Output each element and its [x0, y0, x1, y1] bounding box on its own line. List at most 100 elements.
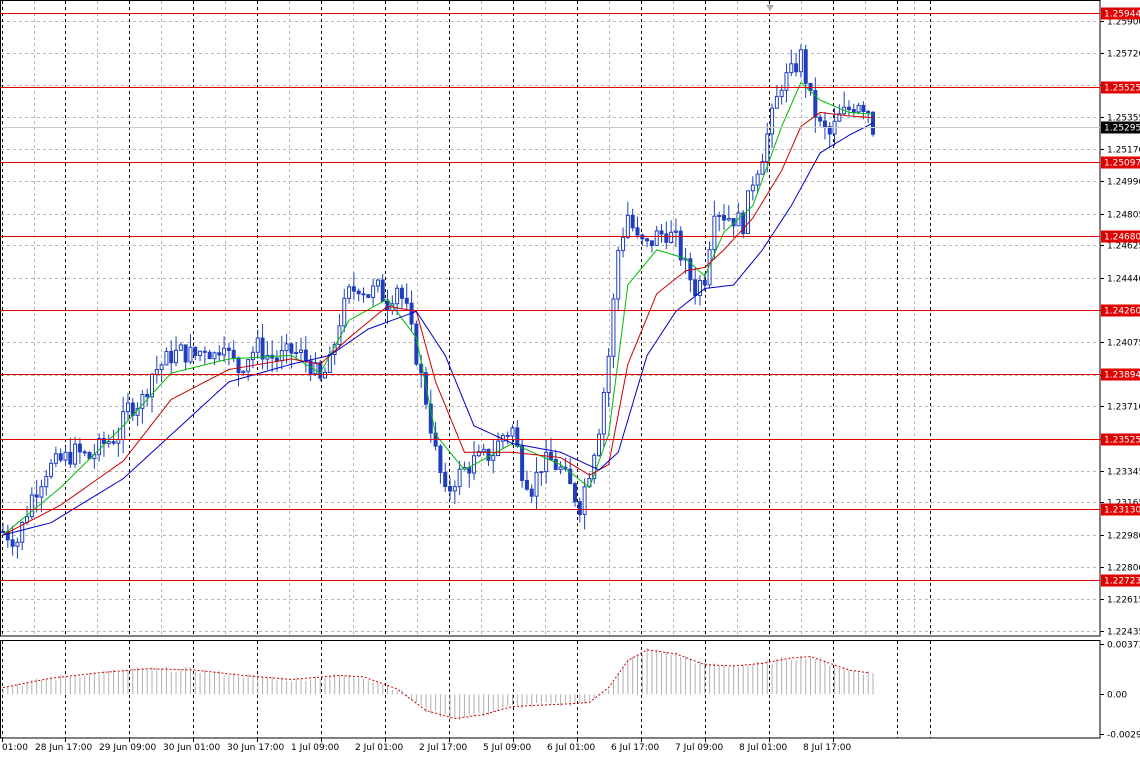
candle-body: [347, 286, 352, 299]
price-tick-label: 1.24440: [1107, 275, 1140, 285]
candle-body: [29, 494, 34, 518]
candle-body: [448, 486, 453, 492]
candle-body: [861, 105, 866, 113]
price-tick-label: 1.24805: [1107, 211, 1140, 221]
candle-body: [635, 227, 640, 236]
candle-body: [154, 369, 159, 375]
candle-body: [97, 438, 102, 456]
candle-body: [356, 290, 361, 295]
current-price-label: 1.25295: [1104, 124, 1140, 134]
osc-scale-label: 0.003733: [1107, 641, 1140, 651]
candle-body: [496, 440, 501, 457]
candle-body: [481, 448, 486, 453]
candle-body: [188, 346, 193, 363]
candle-body: [505, 434, 510, 437]
candle-body: [659, 230, 664, 235]
candle-body: [10, 539, 15, 547]
price-tick-label: 1.23345: [1107, 468, 1140, 478]
candle-body: [207, 351, 212, 360]
level-tag-label: 1.22723: [1104, 577, 1140, 587]
candle-body: [294, 351, 299, 354]
candle-body: [625, 214, 630, 238]
level-tag-label: 1.25097: [1104, 159, 1140, 169]
level-tag-label: 1.23130: [1104, 506, 1140, 516]
time-axis-label: 2 Jul 01:00: [355, 743, 404, 753]
candle-body: [851, 109, 856, 113]
candle-body: [726, 217, 731, 221]
candle-body: [82, 451, 87, 454]
level-tag-label: 1.24680: [1104, 233, 1140, 243]
candle-body: [198, 350, 203, 357]
candle-body: [645, 238, 650, 242]
candle-body: [246, 359, 251, 372]
candle-body: [1, 531, 5, 534]
candle-body: [366, 294, 371, 298]
candle-body: [755, 173, 760, 186]
candle-body: [231, 349, 236, 359]
candle-body: [673, 230, 678, 233]
candle-body: [693, 279, 698, 296]
candle-body: [250, 351, 255, 361]
candle-body: [193, 346, 198, 357]
candle-body: [750, 184, 755, 192]
candle-body: [15, 541, 20, 547]
candle-body: [371, 285, 376, 298]
candle-body: [202, 350, 207, 353]
price-tick-label: 1.22980: [1107, 532, 1140, 542]
candle-body: [68, 451, 73, 465]
level-tag-label: 1.23525: [1104, 436, 1140, 446]
candle-body: [106, 441, 111, 445]
time-axis-label: 7 Jul 09:00: [675, 743, 724, 753]
time-axis-label: 1 Jul 09:00: [291, 743, 340, 753]
candle-body: [145, 393, 150, 398]
candle-body: [53, 453, 58, 464]
candle-body: [798, 49, 803, 73]
candle-body: [856, 105, 861, 113]
candle-body: [443, 471, 448, 488]
candle-body: [299, 349, 304, 353]
candle-body: [702, 279, 707, 286]
candle-body: [803, 49, 808, 84]
time-axis-label: 28 Jun 17:00: [35, 743, 92, 753]
candle-body: [510, 427, 515, 437]
candle-body: [125, 402, 130, 413]
candle-body: [630, 214, 635, 229]
price-tick-label: 1.25720: [1107, 50, 1140, 60]
candle-body: [159, 364, 164, 371]
price-tick-label: 1.24625: [1107, 242, 1140, 252]
candle-body: [39, 486, 44, 498]
price-tick-label: 1.25170: [1107, 146, 1140, 156]
candle-body: [558, 466, 563, 470]
level-tag-label: 1.25525: [1104, 84, 1140, 94]
candle-body: [116, 439, 121, 444]
candle-body: [274, 357, 279, 362]
candle-body: [217, 352, 222, 356]
candle-body: [621, 236, 626, 252]
candle-body: [808, 82, 813, 92]
candle-body: [649, 240, 654, 247]
candle-body: [452, 486, 457, 492]
candle-body: [822, 120, 827, 128]
candle-body: [846, 106, 851, 111]
candle-body: [597, 433, 602, 456]
time-axis-label: 30 Jun 01:00: [163, 743, 220, 753]
candle-body: [73, 443, 78, 465]
candle-body: [717, 214, 722, 217]
candle-body: [342, 297, 347, 327]
candle-body: [380, 279, 385, 302]
level-tag-label: 1.24260: [1104, 307, 1140, 317]
candle-body: [77, 443, 82, 453]
candle-body: [222, 347, 227, 356]
candle-body: [169, 350, 174, 364]
candle-body: [774, 96, 779, 109]
candle-body: [712, 215, 717, 251]
candle-body: [438, 445, 443, 473]
candle-body: [174, 349, 179, 364]
candle-body: [303, 349, 308, 362]
price-tick-label: 1.22800: [1107, 564, 1140, 574]
candle-body: [760, 161, 765, 175]
candle-body: [58, 453, 63, 461]
candle-body: [818, 116, 823, 122]
candle-body: [520, 445, 525, 481]
candle-body: [524, 479, 529, 490]
